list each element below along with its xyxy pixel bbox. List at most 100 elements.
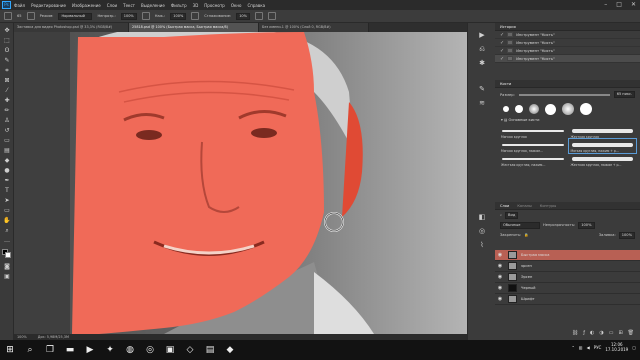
clock[interactable]: 12:06 17.10.2019 (605, 342, 628, 352)
language-indicator[interactable]: РУС (594, 345, 602, 350)
tab-document-2[interactable]: 25818.psd @ 100% (Быстрая маска, Быстрая… (129, 23, 259, 32)
new-layer-icon[interactable]: ⊞ (618, 330, 622, 336)
dodge-tool-icon[interactable]: ● (3, 167, 11, 175)
brush-settings-panel-icon[interactable]: ≋ (477, 99, 487, 108)
frame-tool-icon[interactable]: ⊠ (3, 77, 11, 85)
crop-tool-icon[interactable]: ⌗ (3, 67, 11, 75)
visibility-eye-icon[interactable]: ◉ (495, 296, 505, 302)
layer-row[interactable]: ◉ Шрифт (495, 294, 640, 305)
brush-tip-icon[interactable] (580, 103, 592, 115)
brush-tool-icon[interactable]: ✏ (3, 107, 11, 115)
brush-tip-icon[interactable] (515, 105, 523, 113)
history-item[interactable]: ✓ Инструмент "Кисть" (495, 47, 640, 55)
more-tools-icon[interactable]: … (3, 237, 11, 245)
network-icon[interactable]: ▥ (579, 345, 583, 350)
media-player-icon[interactable]: ▶ (80, 340, 100, 360)
visibility-eye-icon[interactable]: ◉ (495, 263, 505, 269)
chrome-icon[interactable]: ◎ (140, 340, 160, 360)
brush-tip-icon[interactable] (562, 103, 574, 115)
app-icon[interactable]: ✦ (100, 340, 120, 360)
fx-icon[interactable]: ƒ (583, 330, 585, 336)
blur-tool-icon[interactable]: ◆ (3, 157, 11, 165)
pen-tool-icon[interactable]: ✒ (3, 177, 11, 185)
hand-tool-icon[interactable]: ✋ (3, 217, 11, 225)
history-item[interactable]: ✓ Инструмент "Кисть" (495, 31, 640, 39)
menu-help[interactable]: Справка (247, 3, 265, 8)
eyedropper-tool-icon[interactable]: ⁄ (3, 87, 11, 95)
link-icon[interactable]: ⛓ (572, 330, 578, 336)
menu-edit[interactable]: Редактирование (31, 3, 66, 8)
visibility-eye-icon[interactable]: ◉ (495, 274, 505, 280)
move-tool-icon[interactable]: ✥ (3, 27, 11, 35)
marquee-tool-icon[interactable]: ⬚ (3, 37, 11, 45)
layer-row[interactable]: ◉ эрсен (495, 261, 640, 272)
tab-layers[interactable]: Слои (500, 202, 509, 209)
quick-select-tool-icon[interactable]: ✎ (3, 57, 11, 65)
lasso-tool-icon[interactable]: ʘ (3, 47, 11, 55)
trash-icon[interactable]: 🗑 (628, 330, 634, 336)
explorer-icon[interactable]: ▬ (60, 340, 80, 360)
maximize-icon[interactable]: □ (616, 1, 622, 8)
tab-document-3[interactable]: Без имени-1 @ 100% (Слой 0, RGB/8#) (259, 23, 369, 32)
menu-select[interactable]: Выделение (141, 3, 165, 8)
brush-size-value[interactable]: 65 (17, 14, 22, 18)
tab-channels[interactable]: Каналы (517, 202, 531, 209)
app-icon[interactable]: ◇ (180, 340, 200, 360)
layer-row[interactable]: ◉ Быстрая маска (495, 250, 640, 261)
brushes-panel-icon[interactable]: ✎ (477, 85, 487, 94)
healing-tool-icon[interactable]: ✚ (3, 97, 11, 105)
firefox-icon[interactable]: ◍ (120, 340, 140, 360)
menu-filter[interactable]: Фильтр (171, 3, 187, 8)
app-icon[interactable]: ◆ (220, 340, 240, 360)
task-view-icon[interactable]: ❐ (40, 340, 60, 360)
layer-row[interactable]: ◉ Черный (495, 283, 640, 294)
brush-size-slider[interactable] (518, 93, 610, 96)
channels-panel-icon[interactable]: ◎ (477, 227, 487, 236)
fill-field[interactable]: 100% (618, 231, 635, 239)
premiere-icon[interactable]: ▣ (160, 340, 180, 360)
type-tool-icon[interactable]: T (3, 187, 11, 195)
brush-size-field[interactable]: 65 пикс. (613, 91, 635, 98)
screen-mode-icon[interactable]: ▣ (3, 273, 11, 281)
flow-field[interactable]: 100% (170, 12, 187, 20)
visibility-eye-icon[interactable]: ◉ (495, 252, 505, 258)
minimize-icon[interactable]: – (604, 1, 607, 8)
layer-row[interactable]: ◉ Эрсен (495, 272, 640, 283)
paths-panel-icon[interactable]: ⌇ (477, 241, 487, 250)
gradient-tool-icon[interactable]: ▤ (3, 147, 11, 155)
menu-file[interactable]: Файл (14, 3, 25, 8)
brush-tip-icon[interactable] (529, 104, 539, 114)
brush-tip-icon[interactable] (545, 103, 556, 115)
photoshop-logo-icon[interactable]: Ps (2, 1, 11, 9)
menu-window[interactable]: Окно (231, 3, 242, 8)
mode-dropdown[interactable]: Нормальный (58, 12, 93, 20)
close-icon[interactable]: ✕ (631, 1, 636, 8)
menu-view[interactable]: Просмотр (204, 3, 225, 8)
background-color-swatch[interactable] (5, 252, 11, 258)
history-item[interactable]: ✓ Инструмент "Кисть" (495, 39, 640, 47)
layer-opacity-field[interactable]: 100% (578, 221, 595, 229)
pressure-size-icon[interactable] (267, 12, 276, 20)
smoothing-field[interactable]: 10% (236, 12, 250, 20)
menu-layers[interactable]: Слои (107, 3, 117, 8)
brush-settings-icon[interactable] (26, 12, 35, 20)
play-icon[interactable]: ▶ (477, 31, 487, 40)
adjustment-icon[interactable]: ◑ (599, 330, 603, 336)
zoom-level[interactable]: 100% (17, 335, 27, 339)
brush-preset[interactable]: Мягкая круглая, нажим + р… (567, 138, 637, 154)
mask-icon[interactable]: ◐ (590, 330, 594, 336)
menu-3d[interactable]: 3D (193, 3, 199, 8)
tab-paths[interactable]: Контуры (540, 202, 556, 209)
airbrush-icon[interactable] (191, 12, 200, 20)
actions-panel-icon[interactable]: ✱ (477, 59, 487, 68)
shape-tool-icon[interactable]: ▭ (3, 207, 11, 215)
opacity-field[interactable]: 100% (120, 12, 137, 20)
document-canvas[interactable] (14, 32, 467, 334)
menu-image[interactable]: Изображение (72, 3, 101, 8)
layer-filter-dropdown[interactable]: Вид (505, 211, 519, 219)
brush-preset[interactable]: Жесткая круглая, нажим… (499, 153, 567, 167)
path-select-tool-icon[interactable]: ➤ (3, 197, 11, 205)
volume-icon[interactable]: ◀ (587, 345, 590, 350)
folder-icon[interactable]: ▭ (609, 330, 614, 336)
tab-document-1[interactable]: Заставка для видео Photoshop.psd @ 33,3%… (14, 23, 129, 32)
